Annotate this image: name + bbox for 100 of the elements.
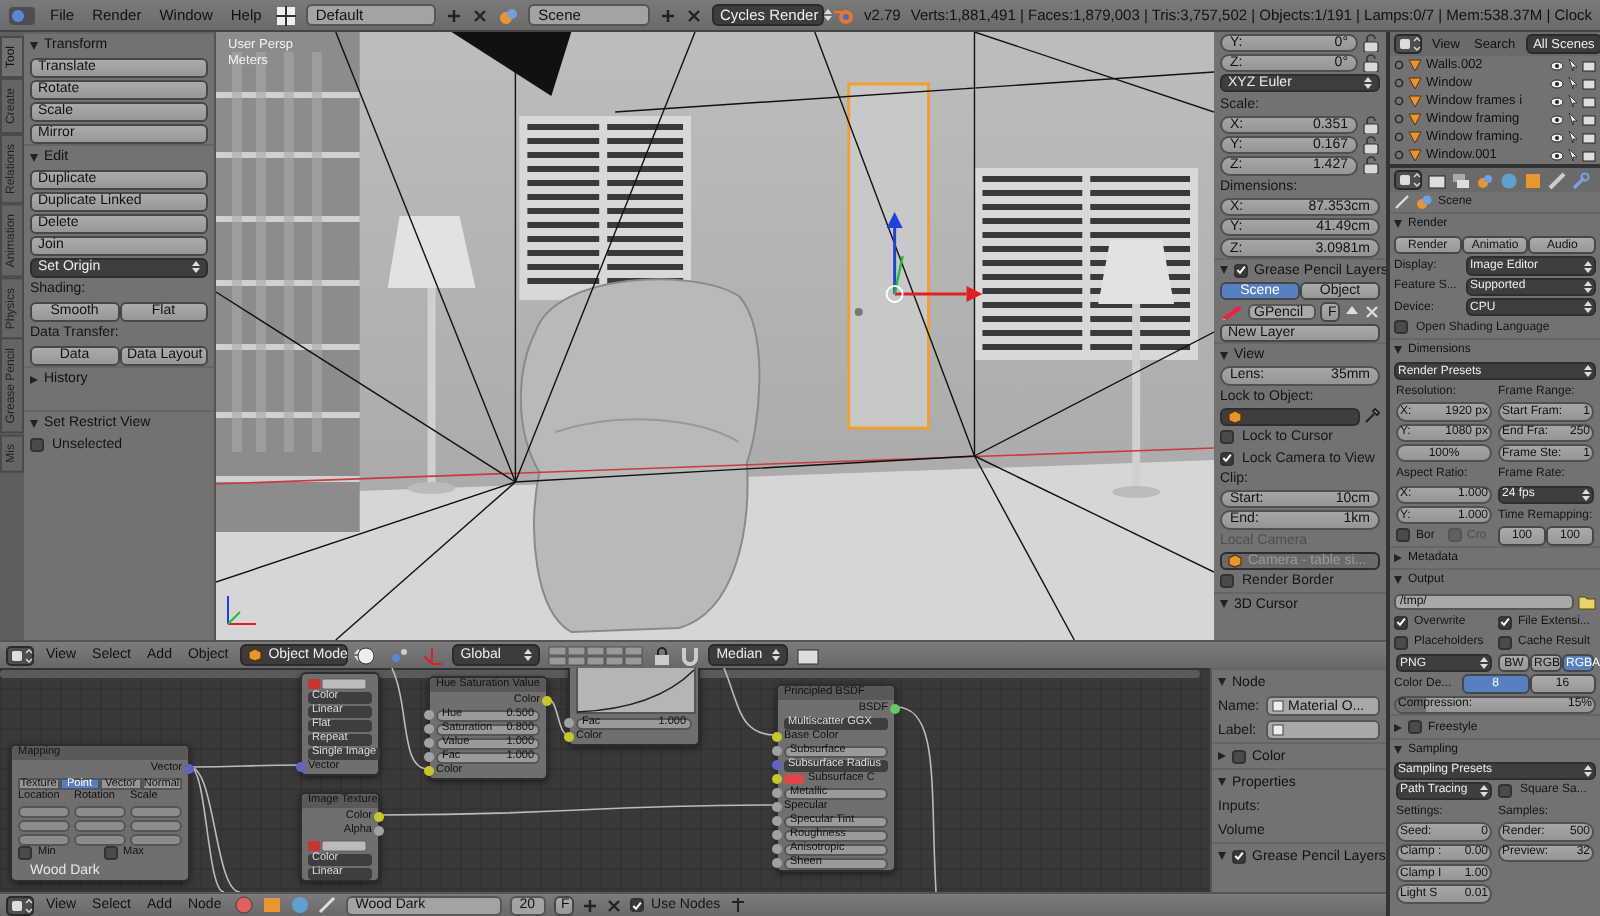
up-arrow-icon[interactable] bbox=[1344, 304, 1360, 320]
camera-icon[interactable] bbox=[1428, 171, 1446, 189]
checkbox[interactable] bbox=[103, 846, 117, 860]
lock-icon[interactable] bbox=[1362, 156, 1380, 175]
disclosure-triangle-icon[interactable] bbox=[1394, 576, 1402, 585]
add-icon[interactable] bbox=[446, 7, 463, 23]
checkbox[interactable] bbox=[30, 438, 44, 452]
disclosure-triangle-icon[interactable] bbox=[30, 419, 38, 427]
magnet-icon[interactable] bbox=[680, 645, 701, 665]
socket-dot[interactable] bbox=[772, 844, 782, 854]
number-field[interactable] bbox=[74, 805, 126, 817]
lock-icon[interactable] bbox=[1362, 115, 1380, 134]
brush-icon[interactable] bbox=[317, 896, 338, 914]
scene-icon[interactable] bbox=[1416, 194, 1432, 211]
number-field[interactable] bbox=[18, 805, 70, 817]
text-field[interactable] bbox=[1266, 720, 1380, 740]
lock-icon[interactable] bbox=[652, 645, 673, 665]
checkbox[interactable] bbox=[1498, 615, 1512, 630]
checkbox[interactable] bbox=[1394, 635, 1408, 650]
disclosure-triangle-icon[interactable] bbox=[1218, 678, 1226, 686]
disclosure-triangle-icon[interactable] bbox=[30, 41, 38, 49]
close-icon[interactable] bbox=[472, 7, 489, 23]
socket-dot[interactable] bbox=[772, 830, 782, 840]
socket-dot[interactable] bbox=[772, 774, 782, 784]
disclosure-triangle-icon[interactable] bbox=[1394, 745, 1402, 754]
render-icon[interactable] bbox=[796, 645, 821, 665]
add-icon[interactable] bbox=[581, 897, 598, 913]
checkbox[interactable] bbox=[1232, 849, 1246, 863]
socket-dot[interactable] bbox=[424, 710, 434, 720]
checkbox[interactable] bbox=[1234, 263, 1248, 278]
checkbox[interactable] bbox=[1220, 430, 1234, 445]
number-field[interactable] bbox=[130, 819, 182, 831]
editor-type-icon[interactable] bbox=[1394, 170, 1422, 190]
editor-type-icon[interactable] bbox=[1394, 34, 1422, 54]
checkbox[interactable] bbox=[1394, 615, 1408, 630]
layout-grid-icon[interactable] bbox=[275, 5, 296, 25]
socket-dot[interactable] bbox=[772, 816, 782, 826]
info-icon[interactable] bbox=[8, 5, 36, 25]
eye-icon[interactable] bbox=[1550, 95, 1564, 107]
pin-icon[interactable] bbox=[728, 896, 749, 914]
disclosure-triangle-icon[interactable] bbox=[1394, 220, 1402, 229]
eye-icon[interactable] bbox=[1550, 131, 1564, 143]
checkbox[interactable] bbox=[1498, 783, 1512, 798]
socket-dot[interactable] bbox=[564, 732, 574, 742]
checkbox[interactable] bbox=[1408, 720, 1422, 735]
close-icon[interactable] bbox=[605, 897, 622, 913]
chain-icon[interactable] bbox=[1548, 171, 1566, 189]
transform-gizmo-icon[interactable] bbox=[885, 212, 983, 303]
socket-dot[interactable] bbox=[424, 724, 434, 734]
editor-type-icon[interactable] bbox=[6, 645, 34, 665]
lock-icon[interactable] bbox=[1362, 33, 1380, 52]
disclosure-triangle-icon[interactable] bbox=[1394, 346, 1402, 355]
socket-dot[interactable] bbox=[184, 764, 194, 774]
eye-icon[interactable] bbox=[1550, 149, 1564, 161]
eye-icon[interactable] bbox=[1550, 59, 1564, 71]
checkbox[interactable] bbox=[1220, 574, 1234, 589]
checkbox[interactable] bbox=[1220, 451, 1234, 466]
socket-dot[interactable] bbox=[772, 858, 782, 868]
shader-sphere-icon[interactable] bbox=[233, 896, 254, 914]
socket-dot[interactable] bbox=[424, 752, 434, 762]
socket-dot[interactable] bbox=[374, 826, 384, 836]
checkbox[interactable] bbox=[18, 846, 32, 860]
socket-dot[interactable] bbox=[772, 802, 782, 812]
link-icon[interactable] bbox=[1394, 194, 1410, 211]
disclosure-triangle-icon[interactable] bbox=[30, 153, 38, 161]
disclosure-triangle-icon[interactable] bbox=[1220, 600, 1228, 609]
checkbox[interactable] bbox=[629, 898, 644, 912]
socket-dot[interactable] bbox=[772, 760, 782, 770]
object-field[interactable] bbox=[1220, 407, 1360, 427]
scene-icon[interactable] bbox=[1476, 171, 1494, 189]
scrollbar[interactable] bbox=[0, 670, 1200, 678]
socket-dot[interactable] bbox=[772, 746, 782, 756]
socket-dot[interactable] bbox=[772, 788, 782, 798]
image-toolbar-icon[interactable] bbox=[308, 839, 368, 851]
eye-icon[interactable] bbox=[1550, 113, 1564, 125]
checkbox[interactable] bbox=[1498, 635, 1512, 650]
disclosure-triangle-icon[interactable] bbox=[30, 375, 38, 383]
number-field[interactable] bbox=[74, 819, 126, 831]
color-swatch[interactable] bbox=[784, 774, 804, 784]
eye-icon[interactable] bbox=[1550, 77, 1564, 89]
socket-dot[interactable] bbox=[424, 766, 434, 776]
folder-icon[interactable] bbox=[1578, 593, 1596, 610]
cube-icon[interactable] bbox=[1228, 409, 1242, 424]
checkbox[interactable] bbox=[1396, 528, 1410, 543]
image-toolbar-icon[interactable] bbox=[308, 677, 368, 689]
number-field[interactable] bbox=[18, 819, 70, 831]
checkbox[interactable] bbox=[1232, 749, 1246, 763]
checkbox[interactable] bbox=[1394, 320, 1408, 335]
socket-dot[interactable] bbox=[424, 738, 434, 748]
disclosure-triangle-icon[interactable] bbox=[1394, 554, 1402, 563]
close-icon[interactable] bbox=[686, 7, 702, 23]
socket-dot[interactable] bbox=[374, 812, 384, 822]
scene-icon[interactable] bbox=[498, 5, 519, 25]
disclosure-triangle-icon[interactable] bbox=[1218, 778, 1226, 786]
socket-dot[interactable] bbox=[772, 732, 782, 742]
lock-icon[interactable] bbox=[1362, 53, 1380, 72]
editor-type-icon[interactable] bbox=[6, 895, 34, 915]
number-field[interactable] bbox=[74, 833, 126, 845]
add-icon[interactable] bbox=[660, 7, 676, 23]
lock-icon[interactable] bbox=[1362, 136, 1380, 155]
